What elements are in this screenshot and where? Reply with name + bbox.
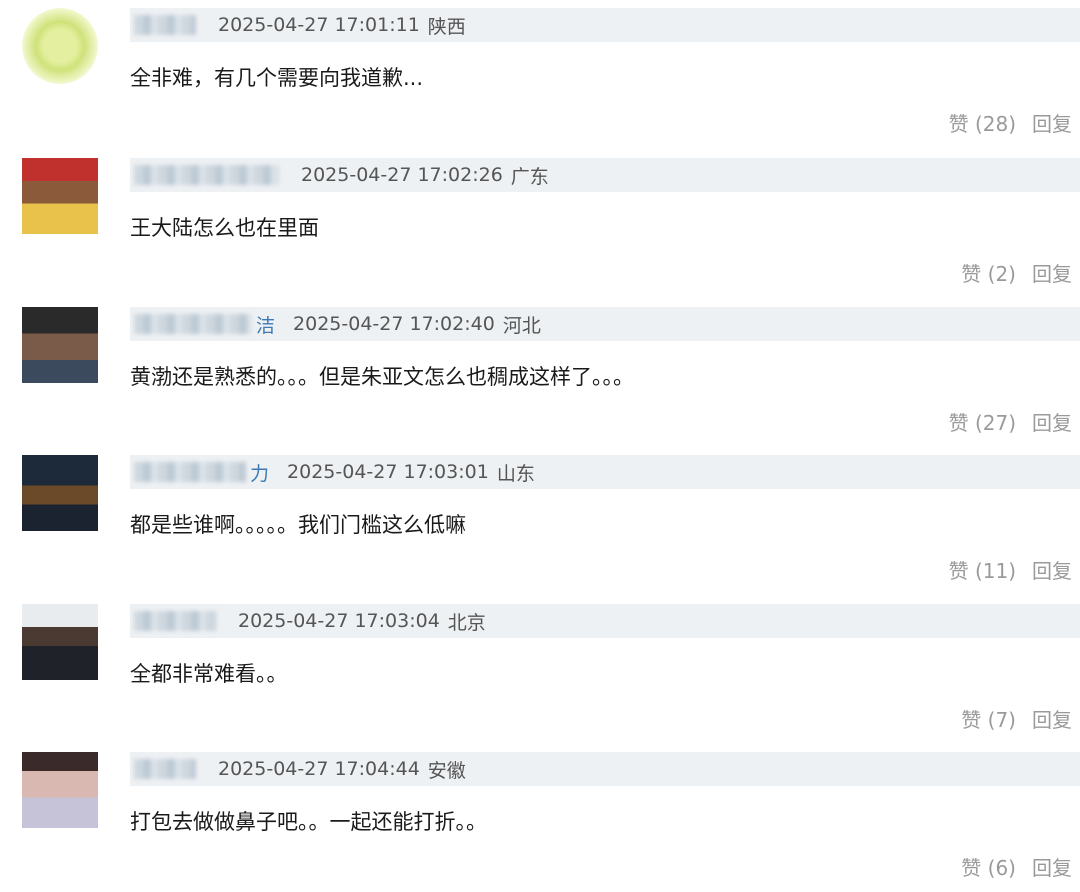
comment-item: 2025-04-27 17:04:44 安徽 打包去做做鼻子吧。。一起还能打折。…: [0, 744, 1080, 892]
like-label: 赞: [961, 708, 982, 732]
comment-text: 全非难，有几个需要向我道歉...: [130, 66, 424, 90]
reply-button[interactable]: 回复: [1032, 108, 1072, 137]
like-label: 赞: [961, 262, 982, 286]
comment-time: 2025-04-27 17:03:04: [238, 610, 440, 632]
avatar[interactable]: [22, 307, 98, 383]
username-blurred[interactable]: [134, 314, 252, 334]
comment-text: 王大陆怎么也在里面: [130, 216, 319, 240]
like-label: 赞: [948, 559, 969, 583]
username-tail[interactable]: 洁: [256, 311, 275, 338]
reply-button[interactable]: 回复: [1032, 407, 1072, 436]
like-count: (27): [974, 411, 1016, 435]
comment-meta: 2025-04-27 17:03:04 北京: [130, 604, 1080, 638]
comment-meta: 2025-04-27 17:02:26 广东: [130, 158, 1080, 192]
username-blurred[interactable]: [134, 15, 196, 35]
like-count: (7): [987, 708, 1016, 732]
reply-button[interactable]: 回复: [1032, 852, 1072, 881]
comment-meta: 洁 2025-04-27 17:02:40 河北: [130, 307, 1080, 341]
like-count: (2): [987, 262, 1016, 286]
comment-actions: 赞 (27) 回复: [949, 407, 1072, 436]
comment-time: 2025-04-27 17:01:11: [218, 14, 420, 36]
comment-list: 2025-04-27 17:01:11 陕西 全非难，有几个需要向我道歉... …: [0, 0, 1080, 885]
username-blurred[interactable]: [134, 759, 196, 779]
comment-actions: 赞 (28) 回复: [949, 108, 1072, 137]
comment-time: 2025-04-27 17:03:01: [287, 461, 489, 483]
comment-time: 2025-04-27 17:02:40: [293, 313, 495, 335]
avatar[interactable]: [22, 158, 98, 234]
avatar[interactable]: [22, 752, 98, 828]
comment-region: 安徽: [427, 759, 466, 782]
username-blurred[interactable]: [134, 165, 279, 185]
avatar[interactable]: [22, 455, 98, 531]
comment-region: 陕西: [427, 15, 466, 38]
username-blurred[interactable]: [134, 611, 216, 631]
comment-region: 北京: [447, 611, 486, 634]
like-count: (28): [974, 112, 1016, 136]
comment-meta: 力 2025-04-27 17:03:01 山东: [130, 455, 1080, 489]
comment-actions: 赞 (11) 回复: [949, 555, 1072, 584]
like-count: (11): [974, 559, 1016, 583]
comment-item: 2025-04-27 17:03:04 北京 全都非常难看。。 赞 (7) 回复: [0, 596, 1080, 744]
comment-time: 2025-04-27 17:02:26: [301, 164, 503, 186]
like-label: 赞: [948, 411, 969, 435]
like-label: 赞: [961, 856, 982, 880]
comment-item: 洁 2025-04-27 17:02:40 河北 黄渤还是熟悉的。。。但是朱亚文…: [0, 299, 1080, 447]
comment-actions: 赞 (7) 回复: [961, 704, 1072, 733]
comment-actions: 赞 (6) 回复: [961, 852, 1072, 881]
comment-item: 2025-04-27 17:02:26 广东 王大陆怎么也在里面 赞 (2) 回…: [0, 150, 1080, 298]
comment-item: 力 2025-04-27 17:03:01 山东 都是些谁啊。。。。。我们门槛这…: [0, 447, 1080, 595]
comment-region: 山东: [496, 462, 535, 485]
comment-meta: 2025-04-27 17:04:44 安徽: [130, 752, 1080, 786]
reply-button[interactable]: 回复: [1032, 555, 1072, 584]
avatar[interactable]: [22, 604, 98, 680]
like-button[interactable]: 赞 (28): [949, 108, 1016, 137]
like-button[interactable]: 赞 (27): [949, 407, 1016, 436]
comment-item: 2025-04-27 17:01:11 陕西 全非难，有几个需要向我道歉... …: [0, 0, 1080, 148]
like-label: 赞: [948, 112, 969, 136]
comment-text: 打包去做做鼻子吧。。一起还能打折。。: [130, 810, 487, 834]
comment-region: 河北: [502, 314, 541, 337]
comment-text: 黄渤还是熟悉的。。。但是朱亚文怎么也稠成这样了。。。: [130, 365, 634, 389]
username-blurred[interactable]: [134, 462, 246, 482]
like-button[interactable]: 赞 (11): [949, 555, 1016, 584]
username-tail[interactable]: 力: [250, 459, 269, 486]
like-count: (6): [987, 856, 1016, 880]
comment-time: 2025-04-27 17:04:44: [218, 758, 420, 780]
like-button[interactable]: 赞 (6): [961, 852, 1016, 881]
comment-meta: 2025-04-27 17:01:11 陕西: [130, 8, 1080, 42]
comment-region: 广东: [510, 165, 549, 188]
avatar[interactable]: [22, 8, 98, 84]
reply-button[interactable]: 回复: [1032, 704, 1072, 733]
reply-button[interactable]: 回复: [1032, 258, 1072, 287]
like-button[interactable]: 赞 (2): [961, 258, 1016, 287]
comment-text: 都是些谁啊。。。。。我们门槛这么低嘛: [130, 513, 466, 537]
comment-actions: 赞 (2) 回复: [961, 258, 1072, 287]
like-button[interactable]: 赞 (7): [961, 704, 1016, 733]
comment-text: 全都非常难看。。: [130, 662, 288, 686]
